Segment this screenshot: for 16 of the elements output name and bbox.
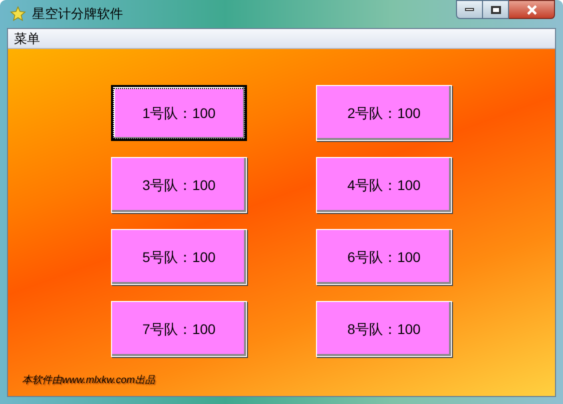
- team-score-button[interactable]: 5号队：100: [111, 229, 247, 285]
- team-score-button[interactable]: 6号队：100: [316, 229, 452, 285]
- menu-item[interactable]: 菜单: [14, 28, 40, 48]
- footer-credit: 本软件由www.mlxkw.com出品: [22, 374, 156, 388]
- close-button[interactable]: [509, 0, 555, 19]
- team-score-button[interactable]: 3号队：100: [111, 157, 247, 213]
- team-score-button[interactable]: 2号队：100: [316, 85, 452, 141]
- close-icon: [526, 4, 538, 14]
- minimize-button[interactable]: [456, 0, 483, 19]
- team-score-button[interactable]: 1号队：100: [111, 85, 247, 141]
- team-score-button[interactable]: 7号队：100: [111, 301, 247, 357]
- maximize-button[interactable]: [483, 0, 509, 19]
- team-score-button[interactable]: 4号队：100: [316, 157, 452, 213]
- team-score-button[interactable]: 8号队：100: [316, 301, 452, 357]
- window-title: 星空计分牌软件: [32, 5, 123, 24]
- star-icon: [10, 6, 26, 22]
